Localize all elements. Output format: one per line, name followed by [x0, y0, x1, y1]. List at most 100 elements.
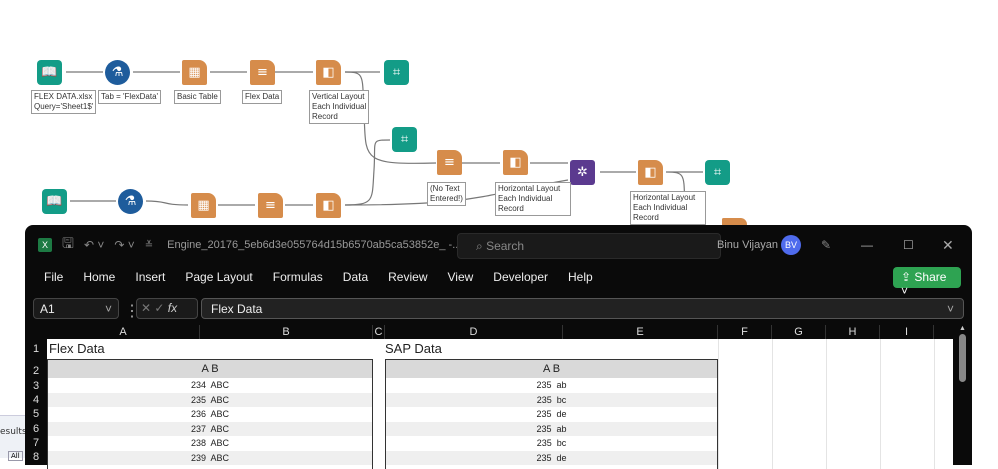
- table-row: 238 ABC: [48, 436, 372, 451]
- browse-icon[interactable]: ⌗: [392, 127, 417, 152]
- formula-icon[interactable]: ⚗: [118, 189, 143, 214]
- save-icon[interactable]: 🖫: [62, 233, 74, 257]
- report-text-icon[interactable]: ≡: [437, 150, 462, 175]
- undo-icon[interactable]: ↶ ˅: [84, 238, 104, 252]
- column-header[interactable]: C: [373, 325, 385, 339]
- results-all-button[interactable]: All: [8, 451, 23, 461]
- input-data-icon[interactable]: 📖: [37, 60, 62, 85]
- tab-help[interactable]: Help: [568, 270, 593, 284]
- chevron-down-icon: ˅: [104, 302, 112, 316]
- table-header: A B: [48, 360, 372, 378]
- join-icon[interactable]: ✲: [570, 160, 595, 185]
- vertical-scrollbar[interactable]: ▲: [953, 325, 972, 465]
- results-panel: esults All: [0, 415, 27, 461]
- sap-title: SAP Data: [385, 341, 442, 356]
- redo-icon[interactable]: ↷ ˅: [114, 238, 134, 252]
- row-header[interactable]: 1: [25, 343, 47, 355]
- column-header[interactable]: G: [772, 325, 826, 339]
- tab-view[interactable]: View: [448, 270, 474, 284]
- share-icon: ⇪: [901, 270, 915, 284]
- share-button[interactable]: ⇪ Share ˅: [893, 267, 961, 298]
- column-header[interactable]: D: [385, 325, 563, 339]
- fx-icon[interactable]: fx: [168, 301, 177, 315]
- layout-icon[interactable]: ◧: [503, 150, 528, 175]
- tab-developer[interactable]: Developer: [493, 270, 548, 284]
- row-header[interactable]: 8: [25, 451, 47, 463]
- excel-logo-icon: X: [38, 238, 52, 252]
- scroll-up-icon[interactable]: ▲: [953, 325, 972, 332]
- column-header[interactable]: B: [200, 325, 373, 339]
- column-header[interactable]: H: [826, 325, 880, 339]
- chevron-down-icon: ˅: [946, 302, 954, 316]
- customize-toolbar-icon[interactable]: ≚: [145, 240, 153, 251]
- layout-icon[interactable]: ◧: [638, 160, 663, 185]
- row-header[interactable]: 4: [25, 394, 47, 406]
- coauthor-icon[interactable]: ✎: [821, 225, 831, 265]
- layout-icon[interactable]: ◧: [316, 193, 341, 218]
- table-row: 235 bc: [386, 436, 717, 451]
- scrollbar-thumb[interactable]: [959, 334, 966, 382]
- tab-file[interactable]: File: [44, 270, 63, 284]
- node-label: Horizontal Layout Each Individual Record: [630, 191, 706, 225]
- table-row: 237 ABC: [48, 421, 372, 436]
- excel-window: X 🖫 ↶ ˅ ↷ ˅ ≚ Engine_20176_5eb6d3e055764…: [25, 225, 972, 469]
- user-name: Binu Vijayan: [717, 239, 778, 251]
- tab-insert[interactable]: Insert: [135, 270, 165, 284]
- results-tab[interactable]: esults: [0, 427, 27, 437]
- input-data-icon[interactable]: 📖: [42, 189, 67, 214]
- formula-icon[interactable]: ⚗: [105, 60, 130, 85]
- file-title: Engine_20176_5eb6d3e055764d15b6570ab5ca5…: [167, 239, 462, 251]
- browse-icon[interactable]: ⌗: [384, 60, 409, 85]
- table-row: 234 ABC: [48, 378, 372, 393]
- formula-value: Flex Data: [211, 302, 263, 316]
- formula-bar[interactable]: Flex Data ˅: [201, 298, 964, 319]
- browse-icon[interactable]: ⌗: [705, 160, 730, 185]
- column-header[interactable]: I: [880, 325, 934, 339]
- tab-data[interactable]: Data: [343, 270, 368, 284]
- column-header[interactable]: A: [47, 325, 200, 339]
- name-box[interactable]: A1 ˅: [33, 298, 119, 319]
- row-header[interactable]: 5: [25, 408, 47, 420]
- tab-review[interactable]: Review: [388, 270, 427, 284]
- search-icon: ⌕: [476, 239, 487, 253]
- column-header[interactable]: E: [563, 325, 718, 339]
- report-text-icon[interactable]: ≡: [250, 60, 275, 85]
- share-label: Share: [914, 270, 947, 284]
- node-label: Basic Table: [174, 90, 221, 104]
- tab-page-layout[interactable]: Page Layout: [185, 270, 252, 284]
- table-row: 235 ab: [386, 421, 717, 436]
- enter-icon[interactable]: ✓: [154, 301, 167, 315]
- column-header[interactable]: F: [718, 325, 772, 339]
- row-header[interactable]: 3: [25, 380, 47, 392]
- node-label: (No Text Entered!): [427, 182, 466, 206]
- worksheet-grid[interactable]: Flex Data SAP Data A B 234 ABC 235 ABC 236 …: [47, 339, 953, 469]
- table-icon[interactable]: ▦: [182, 60, 207, 85]
- table-row: 235 ABC: [48, 392, 372, 407]
- name-box-value: A1: [40, 302, 55, 316]
- node-label: FLEX DATA.xlsx Query='Sheet1$': [31, 90, 97, 114]
- close-icon[interactable]: ✕: [942, 225, 954, 265]
- table-row: 236 ABC: [48, 407, 372, 422]
- layout-icon[interactable]: ◧: [316, 60, 341, 85]
- ribbon-tabs: File Home Insert Page Layout Formulas Da…: [44, 270, 613, 284]
- flex-title: Flex Data: [49, 341, 105, 356]
- tab-formulas[interactable]: Formulas: [273, 270, 323, 284]
- formula-buttons: ✕ ✓ fx: [136, 298, 198, 319]
- row-header[interactable]: 7: [25, 437, 47, 449]
- cancel-icon[interactable]: ✕: [141, 301, 154, 315]
- maximize-icon[interactable]: ☐: [903, 225, 914, 265]
- search-box[interactable]: ⌕ Search: [457, 233, 721, 259]
- table-row: 235 ab: [386, 378, 717, 393]
- row-header[interactable]: 2: [25, 365, 47, 377]
- minimize-icon[interactable]: —: [861, 225, 873, 265]
- flex-table: A B 234 ABC 235 ABC 236 ABC 237 ABC 238 ABC 23…: [47, 359, 373, 469]
- table-icon[interactable]: ▦: [191, 193, 216, 218]
- report-text-icon[interactable]: ≡: [258, 193, 283, 218]
- table-row: 235 de: [386, 407, 717, 422]
- avatar[interactable]: BV: [781, 235, 801, 255]
- node-label: Flex Data: [242, 90, 283, 104]
- sap-table: A B 235 ab 235 bc 235 de 235 ab 235 bc 235 de: [385, 359, 718, 469]
- node-label: Horizontal Layout Each Individual Record: [495, 182, 571, 216]
- tab-home[interactable]: Home: [83, 270, 115, 284]
- row-header[interactable]: 6: [25, 423, 47, 435]
